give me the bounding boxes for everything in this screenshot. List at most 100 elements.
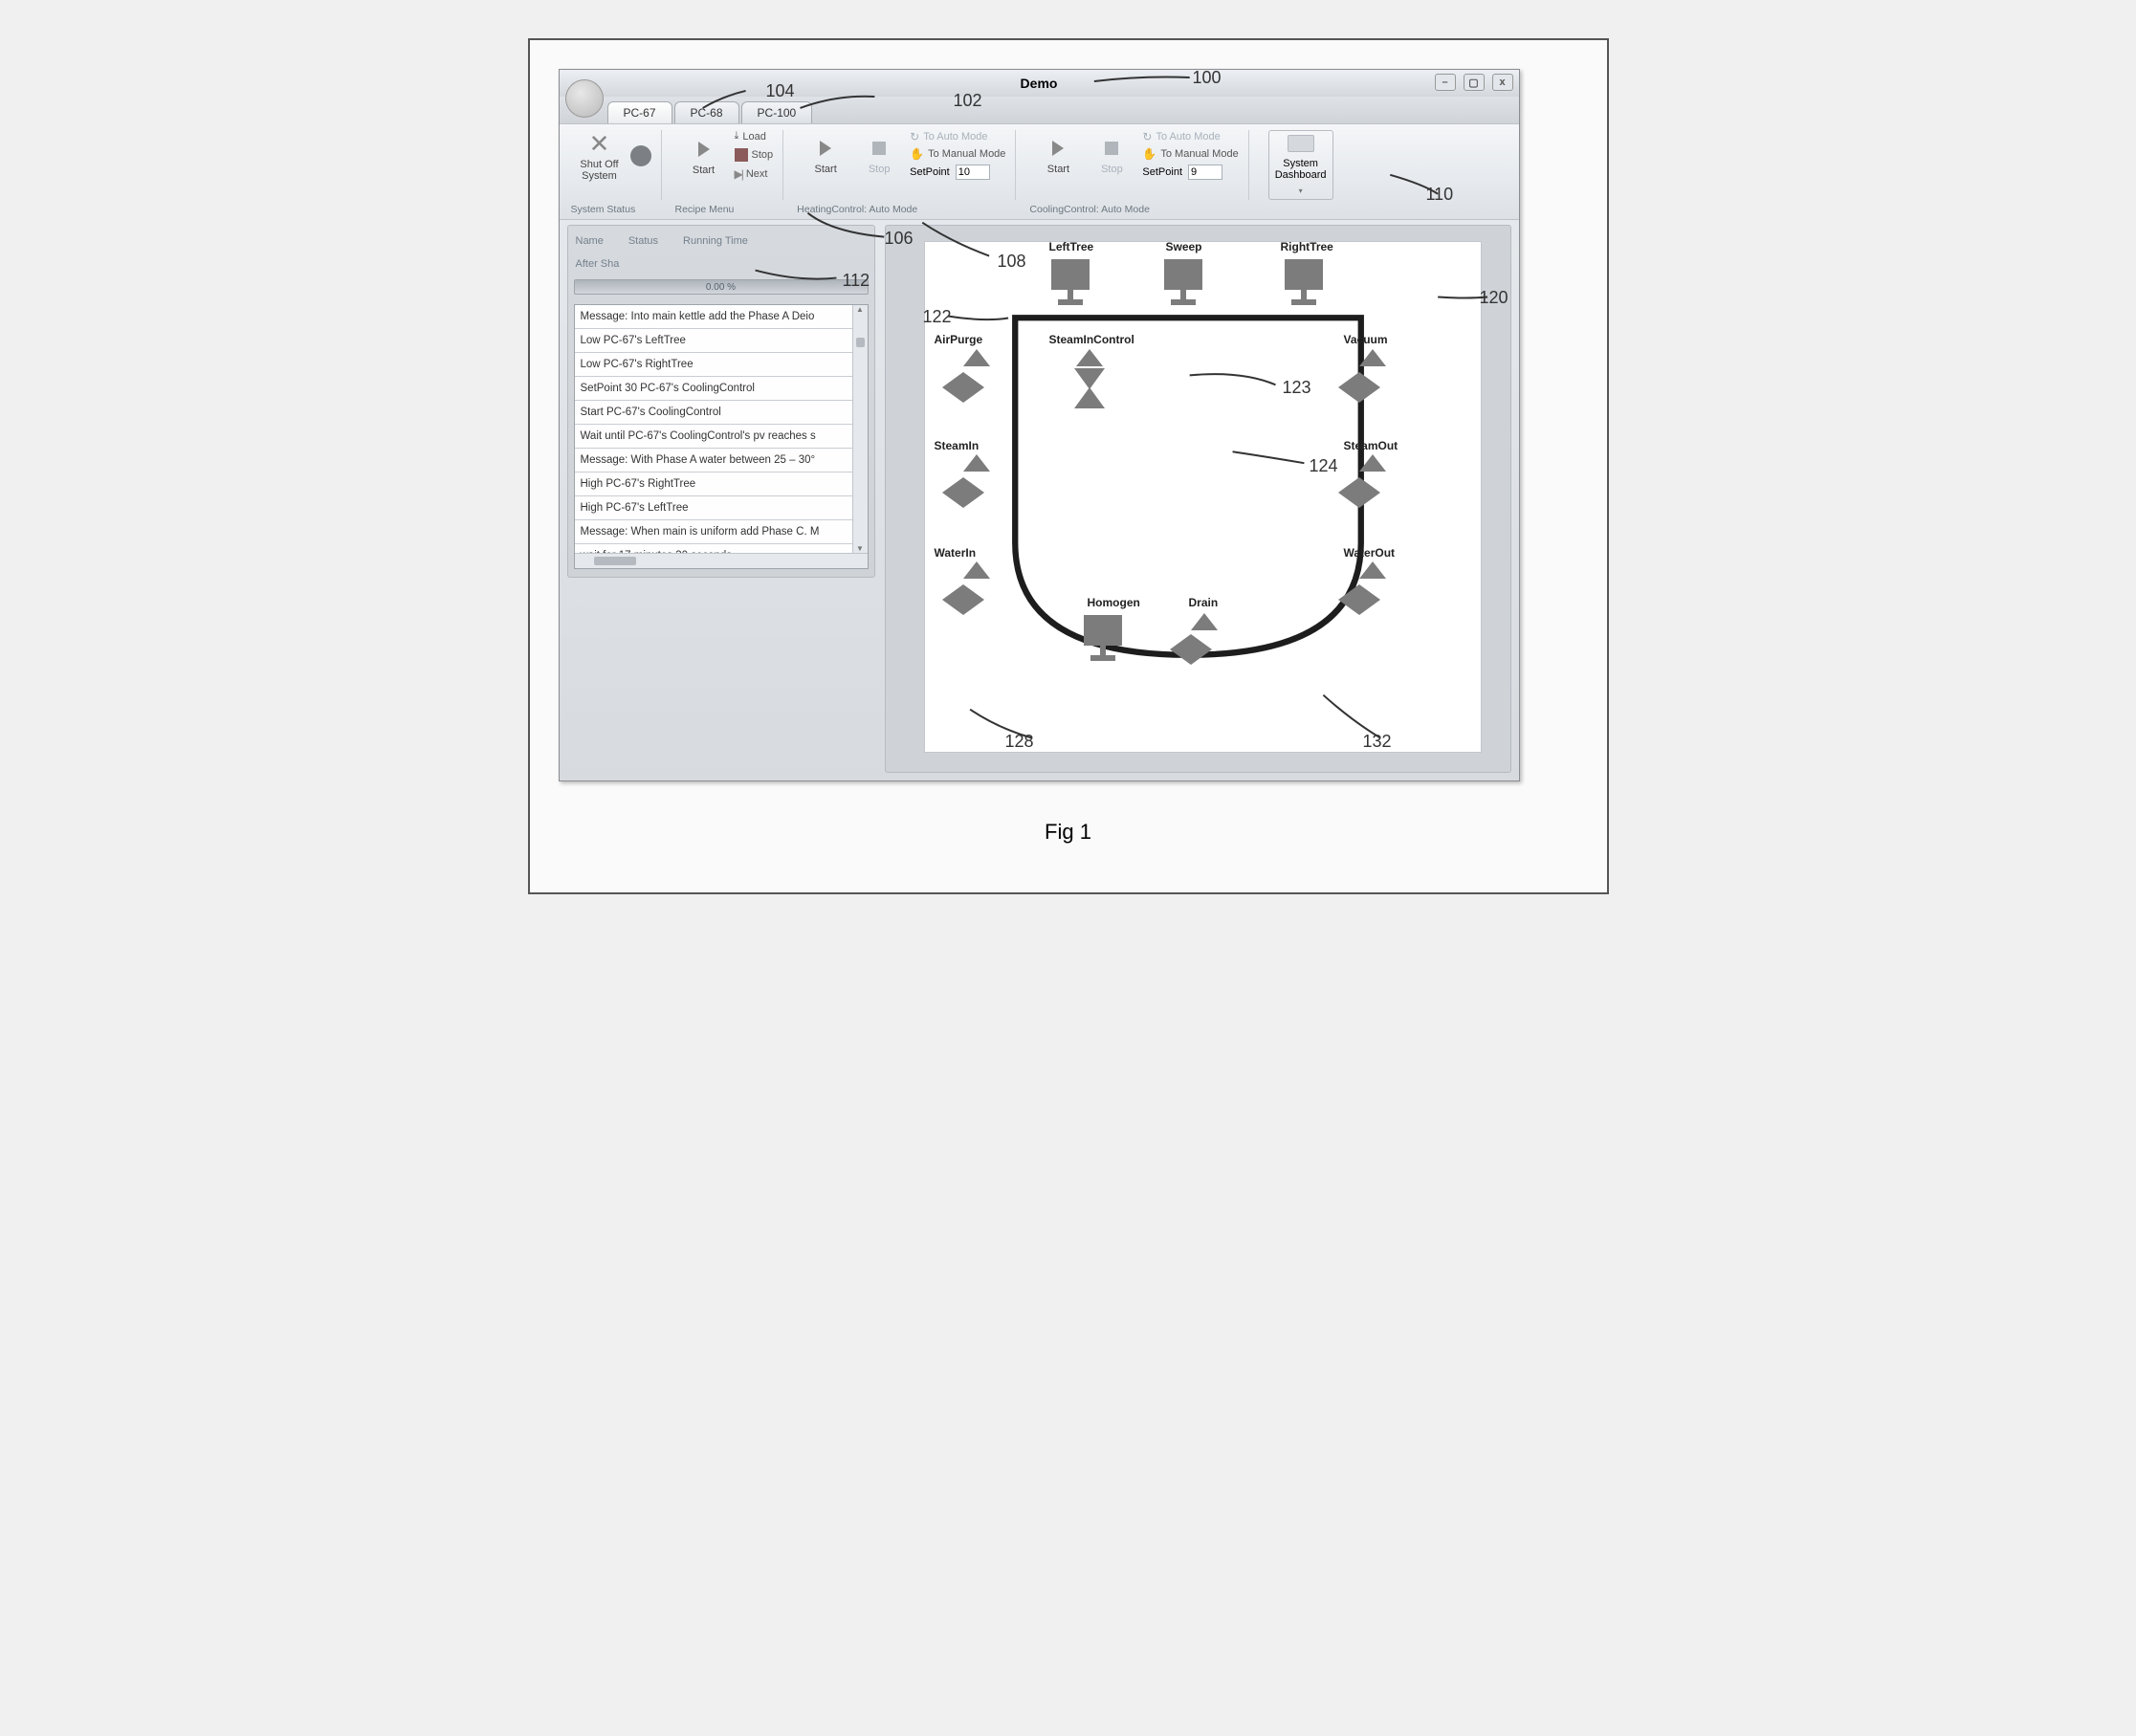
valve-waterin-icon bbox=[944, 584, 984, 615]
heating-to-auto-button[interactable]: ↻To Auto Mode bbox=[910, 130, 1005, 143]
cap-steamin-icon bbox=[963, 454, 990, 472]
chevron-down-icon: ▾ bbox=[1299, 187, 1303, 195]
download-icon: ⤓ bbox=[735, 130, 739, 143]
tab-pc67[interactable]: PC-67 bbox=[607, 101, 672, 123]
ribbon: ✕ Shut Off System System Status Start ⤓L… bbox=[560, 123, 1519, 220]
valve-vacuum-icon bbox=[1340, 372, 1380, 403]
heating-start-button[interactable]: Start bbox=[803, 135, 848, 175]
cooling-stop-button[interactable]: Stop bbox=[1089, 135, 1134, 175]
diag-label-drain: Drain bbox=[1189, 596, 1219, 609]
stop-icon bbox=[1105, 142, 1118, 155]
recipe-load-button[interactable]: ⤓Load bbox=[735, 130, 774, 143]
recipe-log-list[interactable]: Message: Into main kettle add the Phase … bbox=[574, 304, 869, 569]
titlebar: Demo – ▢ x bbox=[560, 70, 1519, 97]
valve-steamin-icon bbox=[944, 477, 984, 508]
mixer-sweep-icon bbox=[1158, 259, 1208, 309]
shutoff-system-button[interactable]: ✕ Shut Off System bbox=[577, 130, 623, 182]
ribbon-group-recipe-menu: Start ⤓Load Stop ▶|Next Recipe Menu bbox=[672, 130, 784, 200]
app-window: Demo – ▢ x PC-67 PC-68 PC-100 ✕ Shut Off… bbox=[559, 69, 1520, 781]
recipe-status-panel: Name Status Running Time After Sha 0.00 … bbox=[567, 225, 875, 578]
heating-setpoint-input[interactable] bbox=[956, 165, 990, 180]
col-name: Name bbox=[576, 235, 604, 247]
diag-label-sweep: Sweep bbox=[1166, 240, 1202, 253]
horizontal-scrollbar[interactable] bbox=[575, 553, 868, 568]
valve-steamincontrol-icon bbox=[1074, 368, 1105, 408]
valve-airpurge-icon bbox=[944, 372, 984, 403]
mixer-righttree-icon bbox=[1279, 259, 1329, 309]
cap-vacuum-icon bbox=[1359, 349, 1386, 366]
col-time: Running Time bbox=[683, 235, 748, 247]
vertical-scrollbar[interactable] bbox=[852, 305, 868, 553]
hand-icon: ✋ bbox=[1142, 147, 1156, 161]
app-icon bbox=[565, 79, 604, 118]
list-item[interactable]: Start PC-67's CoolingControl bbox=[575, 401, 868, 425]
process-diagram: LeftTree Sweep RightTree SteamInControl … bbox=[924, 241, 1482, 753]
tab-pc100[interactable]: PC-100 bbox=[741, 101, 813, 123]
tab-pc68[interactable]: PC-68 bbox=[674, 101, 739, 123]
list-item[interactable]: Message: With Phase A water between 25 –… bbox=[575, 449, 868, 472]
cap-drain-icon bbox=[1191, 613, 1218, 630]
refresh-icon: ↻ bbox=[910, 130, 919, 143]
next-icon: ▶| bbox=[735, 167, 742, 181]
col-status: Status bbox=[628, 235, 658, 247]
valve-steamout-icon bbox=[1340, 477, 1380, 508]
recipe-stop-button[interactable]: Stop bbox=[735, 148, 774, 162]
ribbon-group-cooling: Start Stop ↻To Auto Mode ✋To Manual Mode… bbox=[1025, 130, 1248, 200]
recipe-next-button[interactable]: ▶|Next bbox=[735, 167, 774, 181]
recipe-start-button[interactable]: Start bbox=[681, 136, 727, 176]
h-scroll-thumb[interactable] bbox=[594, 557, 636, 565]
group-label-heating: HeatingControl: Auto Mode bbox=[793, 204, 1015, 215]
system-dashboard-button[interactable]: System Dashboard ▾ bbox=[1268, 130, 1333, 200]
cooling-start-button[interactable]: Start bbox=[1035, 135, 1081, 175]
refresh-icon: ↻ bbox=[1142, 130, 1152, 143]
valve-waterout-icon bbox=[1340, 584, 1380, 615]
stop-icon bbox=[735, 148, 748, 162]
list-item[interactable]: Message: When main is uniform add Phase … bbox=[575, 520, 868, 544]
play-icon bbox=[1052, 141, 1064, 156]
cap-waterout-icon bbox=[1359, 561, 1386, 579]
cap-steamincontrol-icon bbox=[1076, 349, 1103, 366]
system-status-indicator-icon bbox=[630, 145, 651, 166]
close-button[interactable]: x bbox=[1492, 74, 1513, 91]
play-icon bbox=[820, 141, 831, 156]
stop-icon bbox=[872, 142, 886, 155]
list-item[interactable]: Low PC-67's LeftTree bbox=[575, 329, 868, 353]
list-item[interactable]: Wait until PC-67's CoolingControl's pv r… bbox=[575, 425, 868, 449]
cooling-setpoint-label: SetPoint bbox=[1142, 166, 1182, 178]
list-item[interactable]: Low PC-67's RightTree bbox=[575, 353, 868, 377]
diag-label-waterout: WaterOut bbox=[1344, 546, 1396, 560]
heating-stop-button[interactable]: Stop bbox=[856, 135, 902, 175]
list-item[interactable]: SetPoint 30 PC-67's CoolingControl bbox=[575, 377, 868, 401]
window-title: Demo bbox=[1021, 76, 1058, 91]
diag-label-waterin: WaterIn bbox=[935, 546, 977, 560]
list-item[interactable]: Message: Into main kettle add the Phase … bbox=[575, 305, 868, 329]
mixer-lefttree-icon bbox=[1046, 259, 1095, 309]
list-item[interactable]: High PC-67's LeftTree bbox=[575, 496, 868, 520]
list-item[interactable]: High PC-67's RightTree bbox=[575, 472, 868, 496]
cooling-setpoint-input[interactable] bbox=[1188, 165, 1222, 180]
v-scroll-thumb[interactable] bbox=[856, 338, 865, 347]
progress-text: 0.00 % bbox=[706, 282, 736, 293]
diag-label-steamin: SteamIn bbox=[935, 439, 980, 452]
minimize-button[interactable]: – bbox=[1435, 74, 1456, 91]
hand-icon: ✋ bbox=[910, 147, 924, 161]
cap-waterin-icon bbox=[963, 561, 990, 579]
group-label-recipe-menu: Recipe Menu bbox=[672, 204, 783, 215]
cooling-to-auto-button[interactable]: ↻To Auto Mode bbox=[1142, 130, 1238, 143]
mixer-homogen-icon bbox=[1078, 615, 1128, 665]
ribbon-group-heating: Start Stop ↻To Auto Mode ✋To Manual Mode… bbox=[793, 130, 1016, 200]
recipe-name-value: After Sha bbox=[574, 256, 869, 279]
cooling-to-manual-button[interactable]: ✋To Manual Mode bbox=[1142, 147, 1238, 161]
maximize-button[interactable]: ▢ bbox=[1464, 74, 1485, 91]
group-label-cooling: CoolingControl: Auto Mode bbox=[1025, 204, 1247, 215]
heating-to-manual-button[interactable]: ✋To Manual Mode bbox=[910, 147, 1005, 161]
tab-row: PC-67 PC-68 PC-100 bbox=[560, 97, 1519, 123]
group-label-system-status: System Status bbox=[567, 204, 661, 215]
diag-label-lefttree: LeftTree bbox=[1049, 240, 1094, 253]
progress-bar: 0.00 % bbox=[574, 279, 869, 295]
diag-label-steamincontrol: SteamInControl bbox=[1049, 333, 1134, 346]
cap-steamout-icon bbox=[1359, 454, 1386, 472]
diag-label-vacuum: Vacuum bbox=[1344, 333, 1388, 346]
cap-airpurge-icon bbox=[963, 349, 990, 366]
ribbon-group-system-status: ✕ Shut Off System System Status bbox=[567, 130, 662, 200]
